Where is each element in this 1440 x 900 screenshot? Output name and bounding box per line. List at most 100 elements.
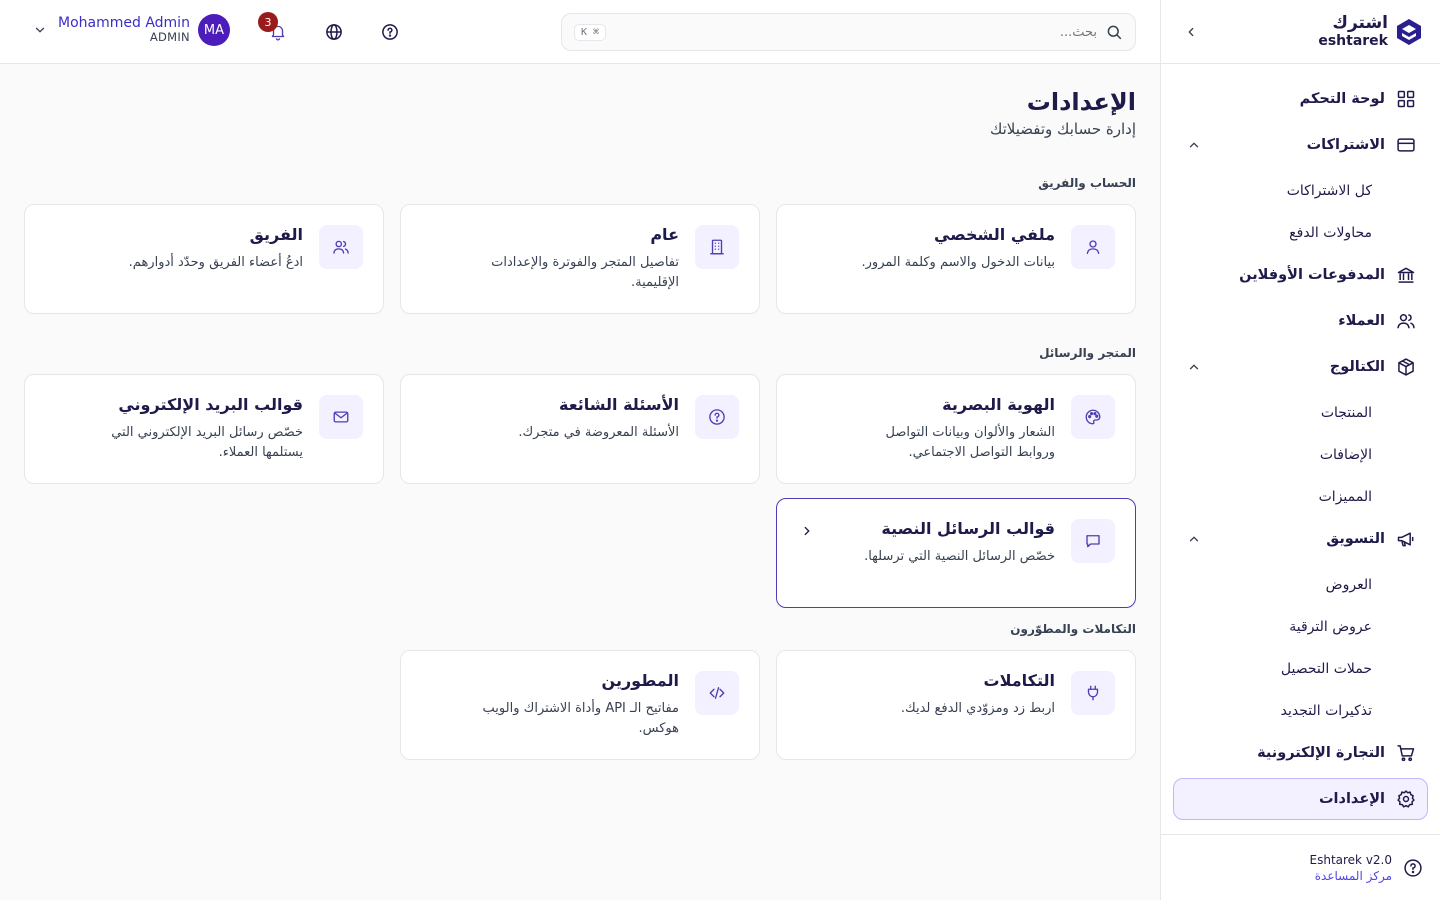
code-icon (695, 671, 739, 715)
settings-card-integrations[interactable]: التكاملات اربط زد ومزوّدي الدفع لديك. (776, 650, 1136, 760)
sidebar-subitem-products[interactable]: المنتجات (1173, 392, 1428, 434)
sidebar-item-offline-payments[interactable]: المدفوعات الأوفلاين (1173, 254, 1428, 296)
search-input[interactable] (606, 24, 1097, 40)
card-description: الأسئلة المعروضة في متجرك. (518, 425, 679, 440)
card-description: بيانات الدخول والاسم وكلمة المرور. (861, 255, 1056, 270)
sidebar-item-marketing[interactable]: التسويق (1173, 518, 1428, 560)
sidebar-subitem-upgrade-offers[interactable]: عروض الترقية (1173, 606, 1428, 648)
chevron-up-icon[interactable] (1184, 529, 1204, 549)
question-icon (695, 395, 739, 439)
sidebar-item-label: العملاء (1338, 313, 1385, 329)
page-subtitle: إدارة حسابك وتفضيلاتك (989, 120, 1136, 138)
card-title: قوالب الرسائل النصية (881, 519, 1055, 538)
search-bar[interactable]: ⌘ K (561, 13, 1136, 51)
plug-icon (1071, 671, 1115, 715)
search-icon (1107, 25, 1122, 40)
eshtarek-logo-icon (1397, 18, 1421, 45)
sidebar-item-dashboard[interactable]: لوحة التحكم (1173, 78, 1428, 120)
sidebar-subitem-collection-campaigns[interactable]: حملات التحصيل (1173, 648, 1428, 690)
card-description: مفاتيح الـ API وأداة الاشتراك والويب هوك… (482, 701, 679, 736)
section-title-integrations-developers: التكاملات والمطوّرون (1010, 622, 1136, 636)
card-title: الفريق (249, 225, 303, 244)
chevron-up-icon[interactable] (1184, 357, 1204, 377)
chevron-left-icon (1188, 27, 1194, 36)
card-title: التكاملات (983, 671, 1055, 690)
palette-icon (1071, 395, 1115, 439)
sidebar-subitem-features[interactable]: المميزات (1173, 476, 1428, 518)
card-description: خصّص الرسائل النصية التي ترسلها. (864, 549, 1055, 564)
mail-icon (319, 395, 363, 439)
bank-icon (1395, 264, 1417, 286)
chevron-right-icon (797, 521, 817, 541)
settings-card-branding[interactable]: الهوية البصرية الشعار والألوان وبيانات ا… (776, 374, 1136, 484)
user-names: Mohammed Admin ADMIN (58, 15, 190, 44)
sidebar-footer-text: Eshtarek v2.0 مركز المساعدة (1310, 853, 1393, 883)
dashboard-icon (1395, 88, 1417, 110)
card-description: ادعُ أعضاء الفريق وحدّد أدوارهم. (128, 255, 303, 270)
section-title-account-team: الحساب والفريق (1038, 176, 1136, 190)
topbar: ⌘ K 3 Mohammed Admin ADMIN MA (0, 0, 1160, 64)
gear-icon (1395, 788, 1417, 810)
sidebar-item-ecommerce[interactable]: التجارة الإلكترونية (1173, 732, 1428, 774)
settings-card-profile[interactable]: ملفي الشخصي بيانات الدخول والاسم وكلمة ا… (776, 204, 1136, 314)
brand-logo[interactable]: اشترك eshtarek (1318, 15, 1424, 48)
sidebar-header: اشترك eshtarek (1161, 0, 1440, 64)
sidebar-subitem-offers[interactable]: العروض (1173, 564, 1428, 606)
settings-card-email-templates[interactable]: قوالب البريد الإلكتروني خصّص رسائل البري… (24, 374, 384, 484)
user-role: ADMIN (149, 30, 190, 45)
settings-card-sms-templates[interactable]: قوالب الرسائل النصية خصّص الرسائل النصية… (776, 498, 1136, 608)
card-title: الهوية البصرية (942, 395, 1055, 414)
sidebar-item-subscriptions[interactable]: الاشتراكات (1173, 124, 1428, 166)
section-title-store-messages: المتجر والرسائل (1039, 346, 1136, 360)
settings-card-general[interactable]: عام تفاصيل المتجر والفوترة والإعدادات ال… (400, 204, 760, 314)
user-icon (1071, 225, 1115, 269)
card-icon (1395, 134, 1417, 156)
sidebar-item-settings[interactable]: الإعدادات (1173, 778, 1428, 820)
chevron-down-icon[interactable] (30, 20, 50, 40)
building-icon (695, 225, 739, 269)
sidebar-item-label: لوحة التحكم (1299, 91, 1385, 107)
sidebar-item-label: الاشتراكات (1306, 137, 1385, 153)
box-icon (1395, 356, 1417, 378)
card-description: اربط زد ومزوّدي الدفع لديك. (900, 701, 1055, 716)
brand-name-en: eshtarek (1318, 33, 1388, 49)
chevron-up-icon[interactable] (1184, 135, 1204, 155)
sidebar-nav: لوحة التحكم الاشتراكات كل الاشتراكات محا… (1161, 64, 1440, 820)
settings-card-team[interactable]: الفريق ادعُ أعضاء الفريق وحدّد أدوارهم. (24, 204, 384, 314)
sidebar-subitem-payment-attempts[interactable]: محاولات الدفع (1173, 212, 1428, 254)
user-name: Mohammed Admin (58, 15, 190, 32)
users-icon (1395, 310, 1417, 332)
help-center-link[interactable]: مركز المساعدة (1310, 869, 1392, 883)
sidebar: اشترك eshtarek لوحة التحكم الاشتراكات كل (1160, 0, 1440, 900)
card-title: ملفي الشخصي (934, 225, 1055, 244)
megaphone-icon (1395, 528, 1417, 550)
user-menu[interactable]: Mohammed Admin ADMIN MA (30, 14, 230, 46)
avatar[interactable]: MA (197, 14, 230, 46)
page-title: الإعدادات (1026, 88, 1136, 116)
card-title: عام (650, 225, 679, 244)
card-title: المطورين (601, 671, 679, 690)
help-circle-icon[interactable] (1402, 857, 1424, 879)
help-button[interactable] (378, 20, 402, 44)
message-icon (1071, 519, 1115, 563)
sidebar-item-customers[interactable]: العملاء (1173, 300, 1428, 342)
sidebar-subitem-renewal-reminders[interactable]: تذكيرات التجديد (1173, 690, 1428, 732)
card-title: الأسئلة الشائعة (559, 395, 679, 414)
sidebar-item-catalog[interactable]: الكتالوج (1173, 346, 1428, 388)
settings-card-developers[interactable]: المطورين مفاتيح الـ API وأداة الاشتراك و… (400, 650, 760, 760)
sidebar-subitem-all-subscriptions[interactable]: كل الاشتراكات (1173, 170, 1428, 212)
card-description: تفاصيل المتجر والفوترة والإعدادات الإقلي… (491, 255, 679, 290)
settings-card-faq[interactable]: الأسئلة الشائعة الأسئلة المعروضة في متجر… (400, 374, 760, 484)
sidebar-footer: Eshtarek v2.0 مركز المساعدة (1161, 834, 1440, 900)
sidebar-item-label: التجارة الإلكترونية (1257, 745, 1385, 761)
app-version: Eshtarek v2.0 (1309, 852, 1393, 867)
language-button[interactable] (322, 20, 346, 44)
sidebar-item-label: الإعدادات (1318, 791, 1385, 807)
sidebar-item-label: المدفوعات الأوفلاين (1239, 267, 1385, 283)
sidebar-subitem-addons[interactable]: الإضافات (1173, 434, 1428, 476)
sidebar-collapse-button[interactable] (1179, 20, 1203, 44)
team-icon (319, 225, 363, 269)
brand-text: اشترك eshtarek (1318, 15, 1388, 49)
settings-page: الإعدادات إدارة حسابك وتفضيلاتك الحساب و… (0, 64, 1160, 900)
card-title: قوالب البريد الإلكتروني (118, 395, 303, 414)
